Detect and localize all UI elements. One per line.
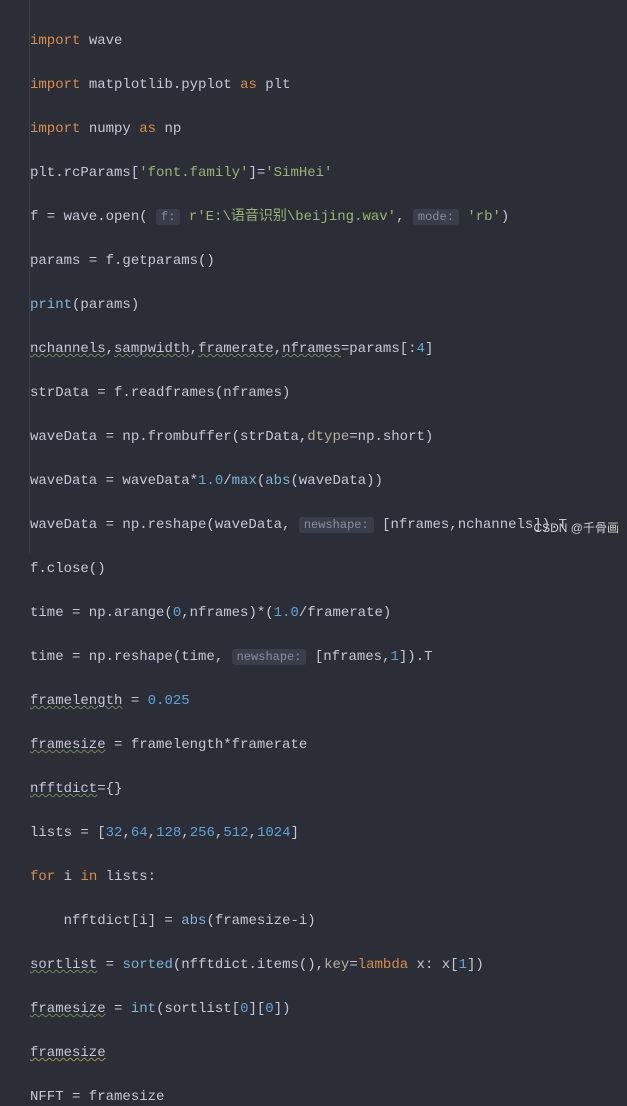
builtin-max: max xyxy=(232,473,257,489)
module-name: matplotlib.pyplot xyxy=(89,77,232,93)
line-gutter xyxy=(0,0,30,553)
keyword-as: as xyxy=(240,77,257,93)
builtin-sorted: sorted xyxy=(122,957,172,973)
code-text: f = wave.open( xyxy=(30,209,148,225)
keyword-for: for xyxy=(30,869,55,885)
builtin-abs: abs xyxy=(181,913,206,929)
builtin-abs: abs xyxy=(265,473,290,489)
code-text: =np.short) xyxy=(349,429,433,445)
code-line[interactable]: print(params) xyxy=(30,294,627,316)
code-editor[interactable]: import wave import matplotlib.pyplot as … xyxy=(0,0,627,1106)
variable: framerate xyxy=(198,341,274,357)
code-line[interactable]: import wave xyxy=(30,30,627,52)
code-line[interactable]: import matplotlib.pyplot as plt xyxy=(30,74,627,96)
code-text: time = np.reshape(time, xyxy=(30,649,223,665)
variable: nchannels xyxy=(30,341,106,357)
code-text: =params[: xyxy=(341,341,417,357)
code-line[interactable]: time = np.arange(0,nframes)*(1.0/framera… xyxy=(30,602,627,624)
string-literal: 'rb' xyxy=(467,209,501,225)
code-text: lists = [ xyxy=(30,825,106,841)
code-line[interactable]: nfftdict[i] = abs(framesize-i) xyxy=(30,910,627,932)
variable: nframes xyxy=(282,341,341,357)
code-line[interactable]: waveData = waveData*1.0/max(abs(waveData… xyxy=(30,470,627,492)
string-literal: 'SimHei' xyxy=(265,165,332,181)
inlay-hint: newshape: xyxy=(232,649,307,665)
code-line[interactable]: framesize = framelength*framerate xyxy=(30,734,627,756)
code-line[interactable]: import numpy as np xyxy=(30,118,627,140)
code-line[interactable]: framesize xyxy=(30,1042,627,1064)
code-line[interactable]: params = f.getparams() xyxy=(30,250,627,272)
code-line[interactable]: waveData = np.frombuffer(strData,dtype=n… xyxy=(30,426,627,448)
code-line[interactable]: lists = [32,64,128,256,512,1024] xyxy=(30,822,627,844)
number: 4 xyxy=(417,341,425,357)
variable: framesize xyxy=(30,1001,106,1017)
string-prefix: r xyxy=(189,209,197,225)
code-text: , xyxy=(396,209,404,225)
code-line[interactable]: for i in lists: xyxy=(30,866,627,888)
module-name: wave xyxy=(89,33,123,49)
code-line[interactable]: framesize = int(sortlist[0][0]) xyxy=(30,998,627,1020)
keyword-lambda: lambda xyxy=(358,957,408,973)
variable: framelength xyxy=(30,693,122,709)
builtin-int: int xyxy=(131,1001,156,1017)
variable: sortlist xyxy=(30,957,97,973)
number: 1.0 xyxy=(274,605,299,621)
number: 0.025 xyxy=(148,693,190,709)
number: 1.0 xyxy=(198,473,223,489)
code-line[interactable]: sortlist = sorted(nfftdict.items(),key=l… xyxy=(30,954,627,976)
number: 1 xyxy=(390,649,398,665)
variable: framesize xyxy=(30,1045,106,1061)
variable: framesize xyxy=(30,737,106,753)
code-text: waveData = waveData* xyxy=(30,473,198,489)
code-text: plt.rcParams[ xyxy=(30,165,139,181)
code-text: f.close() xyxy=(30,561,106,577)
code-line[interactable]: nchannels,sampwidth,framerate,nframes=pa… xyxy=(30,338,627,360)
code-text: waveData = np.reshape(waveData, xyxy=(30,517,290,533)
kwarg: key xyxy=(324,957,349,973)
code-line[interactable]: time = np.reshape(time, newshape: [nfram… xyxy=(30,646,627,668)
variable: sampwidth xyxy=(114,341,190,357)
keyword-as: as xyxy=(139,121,156,137)
code-line[interactable]: nfftdict={} xyxy=(30,778,627,800)
code-line[interactable]: strData = f.readframes(nframes) xyxy=(30,382,627,404)
code-text: waveData = np.frombuffer(strData, xyxy=(30,429,307,445)
variable: nfftdict xyxy=(30,781,97,797)
code-text: nfftdict[i] = xyxy=(30,913,181,929)
code-text: (params) xyxy=(72,297,139,313)
keyword-import: import xyxy=(30,121,80,137)
code-text: ]= xyxy=(248,165,265,181)
keyword-import: import xyxy=(30,33,80,49)
alias: plt xyxy=(265,77,290,93)
inlay-hint: f: xyxy=(156,209,180,225)
number: 0 xyxy=(173,605,181,621)
module-name: numpy xyxy=(89,121,131,137)
code-text: params = f.getparams() xyxy=(30,253,215,269)
code-text: strData = f.readframes(nframes) xyxy=(30,385,290,401)
code-line[interactable]: plt.rcParams['font.family']='SimHei' xyxy=(30,162,627,184)
inlay-hint: newshape: xyxy=(299,517,374,533)
code-line[interactable]: framelength = 0.025 xyxy=(30,690,627,712)
alias: np xyxy=(164,121,181,137)
code-text: ) xyxy=(501,209,509,225)
string-literal: 'font.family' xyxy=(139,165,248,181)
code-text: NFFT = framesize xyxy=(30,1089,164,1105)
code-line[interactable]: f = wave.open( f: r'E:\语音识别\beijing.wav'… xyxy=(30,206,627,228)
watermark: CSDN @千骨画 xyxy=(533,517,619,539)
string-literal: 'E:\语音识别\beijing.wav' xyxy=(197,209,396,225)
kwarg: dtype xyxy=(307,429,349,445)
keyword-in: in xyxy=(80,869,97,885)
inlay-hint: mode: xyxy=(413,209,459,225)
code-line[interactable]: NFFT = framesize xyxy=(30,1086,627,1106)
code-text: time = np.arange( xyxy=(30,605,173,621)
code-line[interactable]: f.close() xyxy=(30,558,627,580)
keyword-import: import xyxy=(30,77,80,93)
builtin-print: print xyxy=(30,297,72,313)
